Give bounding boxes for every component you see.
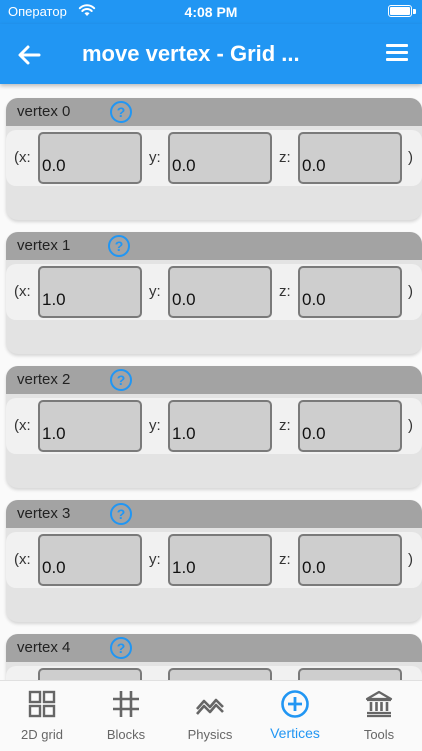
back-arrow-icon[interactable]: [14, 40, 44, 70]
clock: 4:08 PM: [184, 4, 238, 20]
y-label: y:: [149, 283, 161, 300]
x-label: (x:: [14, 283, 31, 300]
y-coordinate-input[interactable]: [168, 132, 272, 184]
coordinate-row: (x: y: z: ): [6, 264, 422, 320]
nav-label: Vertices: [270, 725, 320, 741]
vertex-card-header: vertex 2: [6, 366, 422, 394]
coordinate-row: (x: y: z: ): [6, 398, 422, 454]
close-paren: ): [408, 551, 413, 568]
x-coordinate-input[interactable]: [38, 266, 142, 318]
vertex-card-header: vertex 0: [6, 98, 422, 126]
card-footer: [6, 592, 422, 622]
card-footer: [6, 458, 422, 488]
y-coordinate-input[interactable]: [168, 400, 272, 452]
x-label: (x:: [14, 551, 31, 568]
z-label: z:: [279, 417, 291, 434]
vertex-card: vertex 1 ? (x: y: z: ): [6, 232, 422, 354]
vertex-label: vertex 4: [17, 639, 71, 656]
coordinate-row: (x: y: z: ): [6, 532, 422, 588]
grid-icon: [28, 690, 56, 718]
wave-icon: [196, 698, 224, 715]
y-coordinate-input[interactable]: [168, 534, 272, 586]
hash-icon: [113, 691, 139, 717]
vertex-card-header: vertex 1: [6, 232, 422, 260]
app-bar: move vertex - Grid ...: [0, 24, 422, 84]
menu-icon[interactable]: [384, 40, 410, 68]
nav-label: Physics: [187, 727, 233, 742]
x-coordinate-input[interactable]: [38, 668, 142, 680]
nav-item-physics[interactable]: Physics: [168, 681, 252, 751]
z-coordinate-input[interactable]: [298, 534, 402, 586]
z-coordinate-input[interactable]: [298, 132, 402, 184]
help-icon[interactable]: ?: [110, 101, 132, 123]
nav-item-tools[interactable]: Tools: [337, 681, 421, 751]
y-coordinate-input[interactable]: [168, 266, 272, 318]
z-label: z:: [279, 551, 291, 568]
coordinate-row: (x: y: z: ): [6, 666, 422, 680]
battery-icon: [388, 5, 412, 17]
bank-icon: [365, 690, 393, 718]
vertex-label: vertex 1: [17, 237, 71, 254]
close-paren: ): [408, 417, 413, 434]
vertex-label: vertex 0: [17, 103, 71, 120]
coordinate-row: (x: y: z: ): [6, 130, 422, 186]
status-bar: Оператор 4:08 PM: [0, 0, 422, 24]
add-circle-icon: [281, 690, 309, 718]
x-label: (x:: [14, 417, 31, 434]
z-coordinate-input[interactable]: [298, 400, 402, 452]
vertex-label: vertex 3: [17, 505, 71, 522]
y-coordinate-input[interactable]: [168, 668, 272, 680]
nav-label: 2D grid: [21, 727, 63, 742]
vertex-card-header: vertex 3: [6, 500, 422, 528]
nav-label: Blocks: [106, 727, 146, 742]
y-label: y:: [149, 417, 161, 434]
y-label: y:: [149, 551, 161, 568]
x-label: (x:: [14, 149, 31, 166]
vertex-label: vertex 2: [17, 371, 71, 388]
vertex-card: vertex 2 ? (x: y: z: ): [6, 366, 422, 488]
close-paren: ): [408, 149, 413, 166]
help-icon[interactable]: ?: [108, 235, 130, 257]
z-coordinate-input[interactable]: [298, 668, 402, 680]
help-icon[interactable]: ?: [110, 503, 132, 525]
z-coordinate-input[interactable]: [298, 266, 402, 318]
vertex-card: vertex 0 ? (x: y: z: ): [6, 98, 422, 220]
x-coordinate-input[interactable]: [38, 132, 142, 184]
help-icon[interactable]: ?: [110, 637, 132, 659]
x-coordinate-input[interactable]: [38, 534, 142, 586]
vertex-card: vertex 4 ? (x: y: z: ): [6, 634, 422, 680]
x-coordinate-input[interactable]: [38, 400, 142, 452]
z-label: z:: [279, 283, 291, 300]
z-label: z:: [279, 149, 291, 166]
vertex-card-header: vertex 4: [6, 634, 422, 662]
battery-tip: [413, 9, 416, 14]
page-title: move vertex - Grid ...: [82, 41, 300, 66]
nav-item-2d-grid[interactable]: 2D grid: [0, 681, 84, 751]
nav-label: Tools: [363, 727, 395, 742]
y-label: y:: [149, 149, 161, 166]
nav-item-vertices[interactable]: Vertices: [253, 681, 337, 751]
vertex-card: vertex 3 ? (x: y: z: ): [6, 500, 422, 622]
close-paren: ): [408, 283, 413, 300]
card-footer: [6, 324, 422, 354]
vertex-list[interactable]: vertex 0 ? (x: y: z: ) vertex 1 ? (x: y:…: [0, 84, 422, 680]
bottom-navigation: 2D grid Blocks Physics Vertices Tools: [0, 680, 422, 750]
help-icon[interactable]: ?: [110, 369, 132, 391]
card-footer: [6, 190, 422, 220]
nav-item-blocks[interactable]: Blocks: [84, 681, 168, 751]
